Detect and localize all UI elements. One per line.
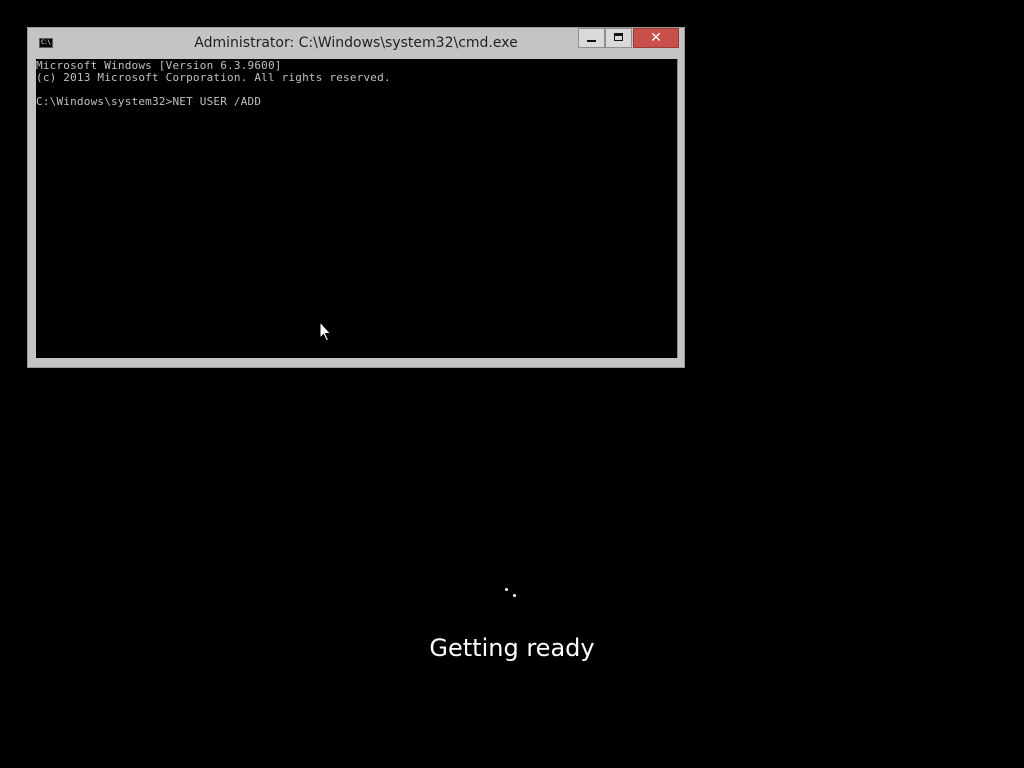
- maximize-button[interactable]: [605, 28, 632, 48]
- cmd-window[interactable]: C:\. Administrator: C:\Windows\system32\…: [27, 27, 685, 368]
- spinner-dot: [513, 594, 516, 597]
- title-bar[interactable]: C:\. Administrator: C:\Windows\system32\…: [28, 28, 684, 58]
- minimize-button[interactable]: [578, 28, 605, 48]
- maximize-icon: [614, 33, 623, 41]
- mouse-pointer-icon: [319, 321, 331, 342]
- console-output[interactable]: Microsoft Windows [Version 6.3.9600] (c)…: [36, 59, 678, 358]
- close-icon: ✕: [650, 30, 662, 46]
- console-prompt-line: C:\Windows\system32>NET USER /ADD: [36, 95, 262, 108]
- setup-status-text: Getting ready: [429, 634, 595, 662]
- spinner-dot: [505, 588, 508, 591]
- loading-spinner-icon: [498, 582, 526, 602]
- minimize-icon: [587, 40, 596, 42]
- close-button[interactable]: ✕: [633, 28, 679, 48]
- console-line: (c) 2013 Microsoft Corporation. All righ…: [36, 71, 391, 84]
